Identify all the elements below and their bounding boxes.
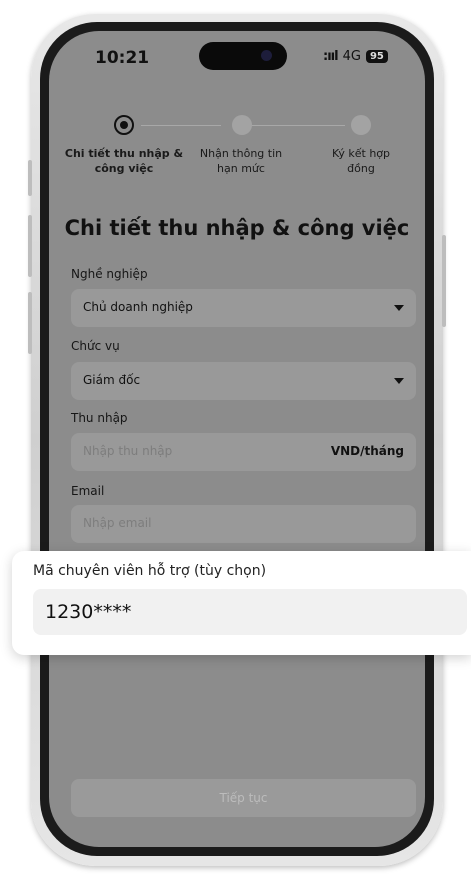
step-2-label: Nhận thông tin hạn mức bbox=[199, 147, 283, 175]
step-connector bbox=[141, 125, 221, 126]
referral-code-value: 1230**** bbox=[45, 601, 132, 623]
income-unit: VND/tháng bbox=[330, 444, 404, 458]
volume-down-button bbox=[28, 292, 32, 354]
volume-up-button bbox=[28, 215, 32, 277]
referral-code-label: Mã chuyên viên hỗ trợ (tùy chọn) bbox=[33, 563, 267, 579]
position-value: Giám đốc bbox=[83, 373, 141, 387]
status-indicators: :ııl 4G 95 bbox=[323, 49, 388, 64]
continue-button[interactable]: Tiếp tục bbox=[71, 779, 416, 817]
income-label: Thu nhập bbox=[71, 411, 128, 425]
income-input[interactable]: Nhập thu nhập VND/tháng bbox=[71, 433, 416, 471]
position-label: Chức vụ bbox=[71, 339, 120, 353]
battery-icon: 95 bbox=[365, 50, 388, 63]
email-placeholder: Nhập email bbox=[83, 516, 152, 530]
email-input[interactable]: Nhập email bbox=[71, 505, 416, 543]
step-1-label: Chi tiết thu nhập & công việc bbox=[64, 147, 184, 175]
step-1-indicator bbox=[114, 115, 134, 135]
occupation-label: Nghề nghiệp bbox=[71, 267, 148, 281]
network-type: 4G bbox=[342, 49, 361, 64]
step-3-indicator bbox=[351, 115, 371, 135]
chevron-down-icon bbox=[394, 378, 404, 384]
signal-icon: :ııl bbox=[323, 49, 339, 64]
step-3-label: Ký kết hợp đồng bbox=[331, 147, 391, 175]
phone-screen: 10:21 :ııl 4G 95 Chi tiết thu nhập & côn… bbox=[49, 31, 425, 847]
dynamic-island bbox=[199, 42, 287, 70]
occupation-value: Chủ doanh nghiệp bbox=[83, 300, 193, 314]
status-time: 10:21 bbox=[95, 48, 150, 68]
step-connector bbox=[251, 125, 345, 126]
referral-code-card: Mã chuyên viên hỗ trợ (tùy chọn) 1230***… bbox=[12, 551, 471, 655]
referral-code-input[interactable]: 1230**** bbox=[33, 589, 467, 635]
mute-switch bbox=[28, 160, 32, 196]
camera-icon bbox=[261, 50, 272, 61]
occupation-select[interactable]: Chủ doanh nghiệp bbox=[71, 289, 416, 327]
chevron-down-icon bbox=[394, 305, 404, 311]
income-placeholder: Nhập thu nhập bbox=[83, 444, 173, 458]
position-select[interactable]: Giám đốc bbox=[71, 362, 416, 400]
page-title: Chi tiết thu nhập & công việc bbox=[64, 216, 410, 240]
email-label: Email bbox=[71, 484, 105, 498]
power-button bbox=[442, 235, 446, 327]
step-2-indicator bbox=[232, 115, 252, 135]
